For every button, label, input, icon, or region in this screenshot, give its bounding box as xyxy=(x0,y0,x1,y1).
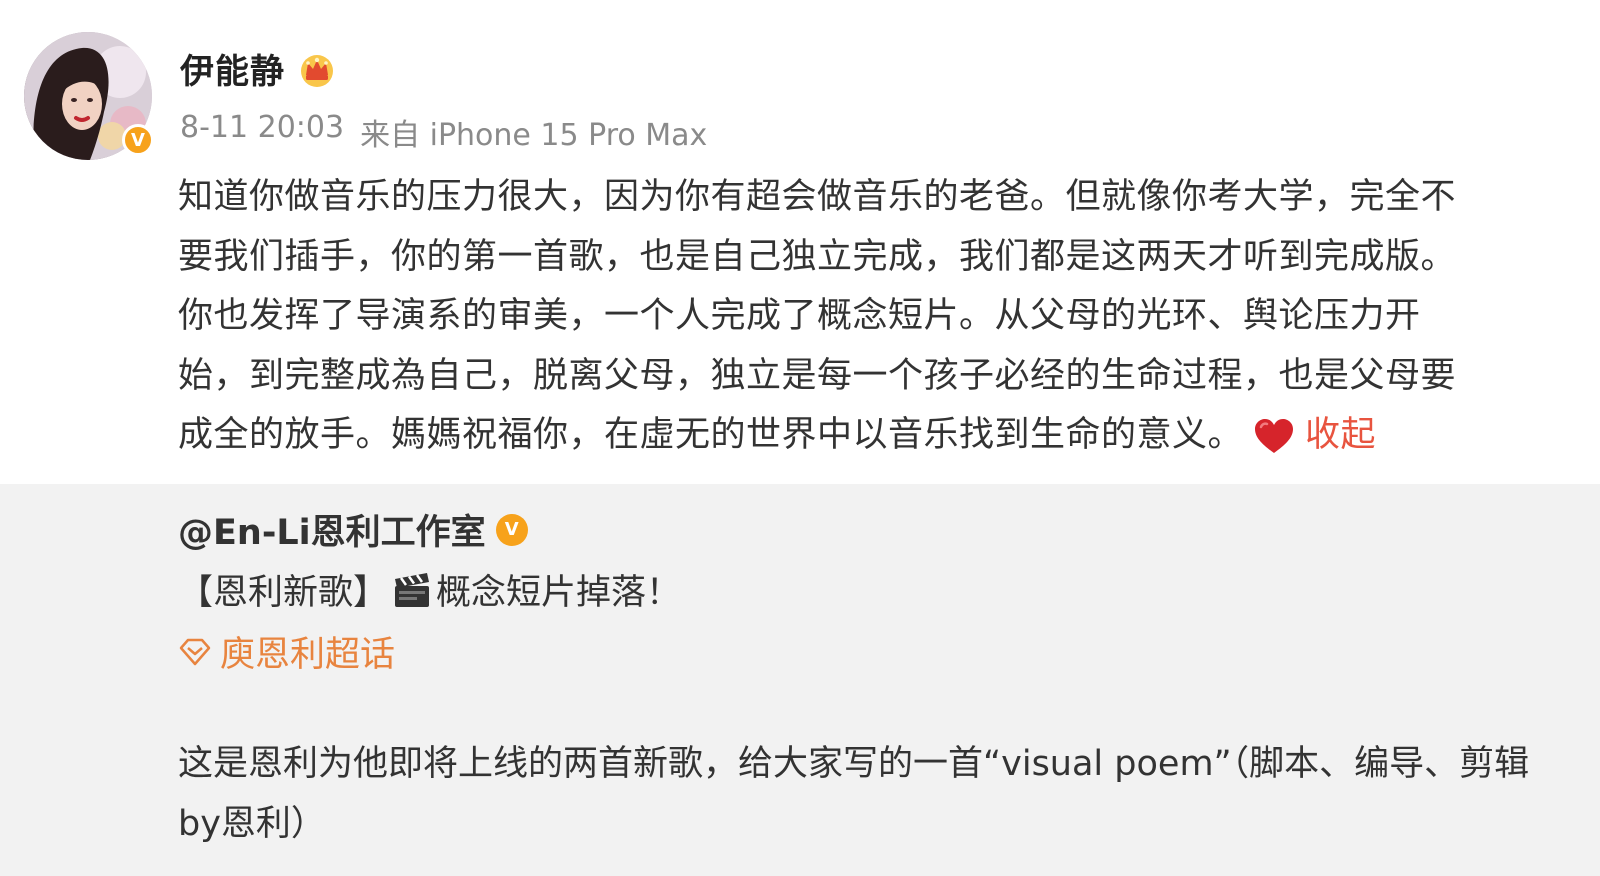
super-topic-link[interactable]: 庾恩利超话 xyxy=(178,626,395,677)
post-timestamp[interactable]: 8-11 20:03 xyxy=(180,110,344,154)
repost-verified-badge: V xyxy=(495,513,528,546)
post-text-line: 知道你做音乐的压力很大，因为你有超会做音乐的老爸。但就像你考大学，完全不 xyxy=(178,177,1457,217)
repost-body-line: by恩利） xyxy=(178,804,326,844)
username[interactable]: 伊能静 xyxy=(180,44,285,93)
heart-icon xyxy=(1255,419,1294,454)
verified-badge: V xyxy=(122,124,154,156)
post-text-last-line: 成全的放手。媽媽祝福你，在虛无的世界中以音乐找到生命的意义。 收起 xyxy=(178,406,1528,466)
post-text-line: 始，到完整成為自己，脱离父母，独立是每一个孩子必经的生命过程，也是父母要 xyxy=(178,355,1457,396)
super-topic-label: 庾恩利超话 xyxy=(220,635,396,675)
collapse-link[interactable]: 收起 xyxy=(1305,406,1376,466)
avatar[interactable]: V xyxy=(24,32,154,160)
weibo-post-page: V 伊能静 8-11 20:03 来自 iPhone 15 Pro Max 知道… xyxy=(0,0,1600,876)
repost-body: 这是恩利为他即将上线的两首新歌，给大家写的一首“visual poem”（脚本、… xyxy=(178,734,1538,854)
repost-title: 【恩利新歌】 概念短片掉落！ xyxy=(178,564,681,615)
post-text-line: 成全的放手。媽媽祝福你，在虛无的世界中以音乐找到生命的意义。 xyxy=(178,415,1244,456)
repost-title-prefix: 【恩利新歌】 xyxy=(178,573,389,613)
repost-title-suffix: 概念短片掉落！ xyxy=(436,573,682,613)
repost-author-row: @En-Li恩利工作室 V xyxy=(178,504,528,555)
post-text-line: 要我们插手，你的第一首歌，也是自己独立完成，我们都是这两天才听到完成版。 xyxy=(178,236,1457,277)
crown-icon[interactable] xyxy=(297,49,337,89)
post-text: 知道你做音乐的压力很大，因为你有超会做音乐的老爸。但就像你考大学，完全不 要我们… xyxy=(178,168,1528,466)
post-source: 来自 iPhone 15 Pro Max xyxy=(360,118,708,153)
super-topic-icon xyxy=(179,638,211,665)
post-text-line: 你也发挥了导演系的审美，一个人完成了概念短片。从父母的光环、舆论压力开 xyxy=(178,296,1421,337)
repost-author-link[interactable]: @En-Li恩利工作室 xyxy=(178,504,486,555)
clapperboard-icon xyxy=(395,572,430,607)
repost-body-line: 这是恩利为他即将上线的两首新歌，给大家写的一首“visual poem”（脚本、… xyxy=(178,744,1530,784)
post-meta: 8-11 20:03 来自 iPhone 15 Pro Max xyxy=(180,110,707,154)
repost-card[interactable]: @En-Li恩利工作室 V 【恩利新歌】 概念短片掉落！ 庾恩利超话 这是恩利为… xyxy=(0,484,1600,876)
username-row: 伊能静 xyxy=(180,44,337,93)
